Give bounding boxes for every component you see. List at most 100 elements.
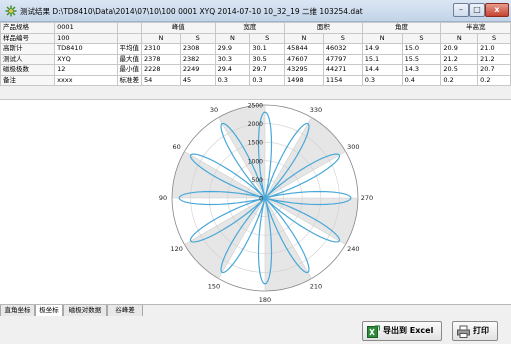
pole-header: N [284, 32, 324, 44]
stat-label: 标准差 [116, 74, 143, 86]
pole-header: S [477, 32, 511, 44]
printer-icon [457, 325, 470, 338]
app-icon [5, 5, 17, 17]
pole-header: S [179, 32, 216, 44]
stat-value: 2378 [141, 53, 181, 65]
stat-label: 最大值 [116, 53, 143, 65]
polar-angle-label: 150 [208, 283, 220, 291]
polar-angle-label: 90 [159, 194, 167, 202]
view-tabs: 直角坐标 极坐标 磁极对数据 谷峰差 [0, 304, 511, 317]
info-value: 100 [54, 32, 118, 44]
info-label: 高斯计 [0, 43, 56, 55]
stat-value: 21.2 [477, 53, 511, 65]
button-bar: 导出到 Excel 打印 [0, 316, 511, 344]
stat-value: 47607 [284, 53, 324, 65]
stat-value: 14.9 [361, 43, 403, 55]
pole-header: S [322, 32, 363, 44]
plot-area: 0500100015002000250003060901201501802102… [0, 99, 511, 304]
polar-angle-label: 120 [170, 245, 182, 253]
info-value: 12 [54, 64, 118, 76]
stat-value: 44271 [322, 64, 363, 76]
stat-label-blank [116, 22, 143, 34]
stat-label-blank [116, 32, 143, 44]
polar-angle-label: 30 [210, 106, 218, 114]
polar-angle-label: 300 [347, 143, 359, 151]
stat-value: 2382 [179, 53, 216, 65]
stat-value: 29.7 [249, 64, 286, 76]
export-excel-label: 导出到 Excel [383, 326, 434, 335]
print-button[interactable]: 打印 [452, 321, 498, 341]
stat-value: 2228 [141, 64, 181, 76]
excel-export-icon [367, 325, 380, 338]
stat-value: 0.3 [361, 74, 403, 86]
group-header: 角度 [361, 22, 442, 34]
table-row: 样品编号 100 N S N S N S N S N S [0, 32, 511, 44]
polar-angle-label: 210 [310, 283, 322, 291]
results-table: 产品规格 0001 峰值 宽度 面积 角度 半高宽 样品编号 100 N S N S N S N S N S 高斯计 T… [0, 22, 511, 86]
stat-value: 0.4 [401, 74, 442, 86]
polar-radial-label: 1000 [248, 158, 263, 165]
polar-angle-label: 60 [173, 143, 181, 151]
polar-angle-label: 330 [310, 106, 322, 114]
stat-value: 0.3 [249, 74, 286, 86]
stat-value: 30.3 [214, 53, 251, 65]
info-value: XYQ [54, 53, 118, 65]
stat-value: 45 [179, 74, 216, 86]
stat-value: 14.4 [361, 64, 403, 76]
pole-header: S [249, 32, 286, 44]
table-row: 测试人 XYQ 最大值 2378 2382 30.3 30.5 47607 47797 15.1 1… [0, 53, 511, 65]
close-button[interactable]: x [485, 3, 509, 17]
info-label: 产品规格 [0, 22, 56, 34]
info-label: 备注 [0, 74, 56, 86]
info-value: 0001 [54, 22, 118, 34]
pole-header: N [141, 32, 181, 44]
print-label: 打印 [473, 326, 489, 335]
polar-sector-shade [184, 198, 265, 279]
polar-radial-label: 1500 [248, 140, 263, 147]
table-row: 磁极极数 12 最小值 2228 2249 29.4 29.7 43295 44271 14.4 1… [0, 64, 511, 76]
group-header: 峰值 [141, 22, 216, 34]
stat-value: 0.2 [440, 74, 479, 86]
info-label: 测试人 [0, 53, 56, 65]
stat-value: 30.1 [249, 43, 286, 55]
stat-value: 20.7 [477, 64, 511, 76]
info-value: TD8410 [54, 43, 118, 55]
polar-radial-label: 500 [252, 177, 264, 184]
stat-value: 1498 [284, 74, 324, 86]
pole-header: N [440, 32, 479, 44]
stat-value: 29.4 [214, 64, 251, 76]
pole-header: S [401, 32, 442, 44]
info-value: xxxx [54, 74, 118, 86]
stat-value: 14.3 [401, 64, 442, 76]
stat-value: 1154 [322, 74, 363, 86]
stat-value: 15.0 [401, 43, 442, 55]
stat-value: 2310 [141, 43, 181, 55]
group-header: 宽度 [214, 22, 286, 34]
stat-value: 20.5 [440, 64, 479, 76]
stat-value: 43295 [284, 64, 324, 76]
stat-value: 29.9 [214, 43, 251, 55]
pole-header: N [214, 32, 251, 44]
stat-value: 15.1 [361, 53, 403, 65]
stat-value: 21.2 [440, 53, 479, 65]
export-excel-button[interactable]: 导出到 Excel [362, 321, 442, 341]
stat-value: 54 [141, 74, 181, 86]
stat-value: 47797 [322, 53, 363, 65]
window-title: 测试结果 D:\TD8410\Data\2014\07\10\100 0001 … [20, 7, 363, 16]
polar-sector-shade [265, 117, 346, 198]
maximize-button[interactable]: □ [469, 3, 485, 17]
info-label: 磁极极数 [0, 64, 56, 76]
stat-value: 2249 [179, 64, 216, 76]
minimize-button[interactable]: – [453, 3, 469, 17]
stat-value: 45844 [284, 43, 324, 55]
polar-radial-label: 0 [259, 196, 263, 203]
table-row: 备注 xxxx 标准差 54 45 0.3 0.3 1498 1154 0.3 0.4 0.2 0.2 [0, 74, 511, 86]
pole-header: N [361, 32, 403, 44]
polar-angle-label: 270 [361, 194, 373, 202]
title-bar: 测试结果 D:\TD8410\Data\2014\07\10\100 0001 … [0, 0, 511, 22]
group-header: 半高宽 [440, 22, 511, 34]
stat-value: 0.2 [477, 74, 511, 86]
info-label: 样品编号 [0, 32, 56, 44]
stat-value: 15.5 [401, 53, 442, 65]
polar-angle-label: 180 [259, 296, 271, 304]
